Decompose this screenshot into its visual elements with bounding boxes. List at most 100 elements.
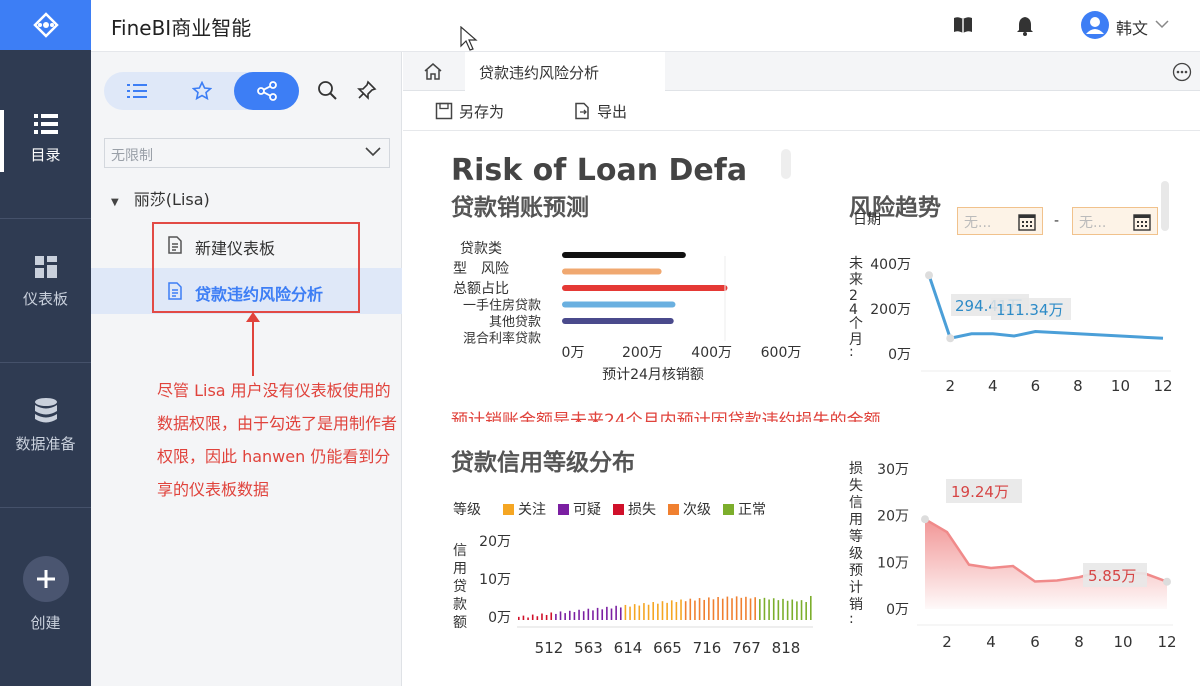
rail-item-label: 目录 [30,146,61,164]
x-tick-label: 4 [986,633,996,651]
bar [772,598,775,620]
dashboard-title: Risk of Loan Defa [451,153,748,183]
credit-grade-legend: 关注 可疑 损失 次级 正常 [503,499,778,519]
bar [805,602,807,620]
y-axis-label-3: 总额占比 [453,281,509,297]
database-icon [34,398,57,423]
x-tick-label: 12 [1153,377,1172,395]
x-tick-label: 614 [614,639,643,657]
book-icon[interactable] [953,16,973,34]
bar [582,611,585,620]
bar [708,597,710,620]
tab-label: 贷款违约风险分析 [479,64,600,82]
permission-filter-select[interactable]: 无限制 [104,138,390,168]
rail-item-catalog[interactable]: 目录 [0,112,91,165]
bar [689,598,692,620]
data-point [946,334,955,343]
x-tick-label: 10 [1111,377,1130,395]
date-to-input[interactable]: 无... [1072,207,1158,235]
bar [786,600,789,620]
category-label: 混合利率贷款 [463,331,541,347]
bar [800,600,803,620]
x-tick-label: 2 [945,377,955,395]
x-tick-label: 818 [772,639,801,657]
shared-button[interactable] [234,72,299,110]
bar [610,608,613,620]
bar [573,612,576,620]
bar [601,609,604,620]
legend-item[interactable]: 正常 [723,502,766,518]
writeoff-note: 预计销账金额是未来24个月内预计因贷款违约损失的金额 [451,411,881,422]
more-icon[interactable] [1172,62,1192,82]
rail-item-dashboard[interactable]: 仪表板 [0,254,91,309]
highlight-box [152,222,360,313]
y-tick-label: 20万 [877,509,909,525]
search-icon[interactable] [317,80,337,100]
export-button[interactable]: 导出 [573,101,627,122]
home-icon[interactable] [423,62,443,80]
y-axis-label-1: 贷款类 [460,241,502,257]
x-tick-label: 200万 [622,345,663,361]
bell-icon[interactable] [1016,16,1034,36]
tree-root-folder[interactable]: ▼ 丽莎(Lisa) [111,186,210,210]
legend-item[interactable]: 可疑 [558,502,601,518]
chevron-down-icon[interactable] [1155,19,1169,29]
bar [638,605,641,620]
credit-grade-chart: 信用贷款额 0万 10万 20万 512 563 614 665 716 767 818 [453,534,813,657]
date-from-value: 无... [964,215,992,231]
risk-trend-chart: 未来 2 4 个月: 0万200万400万 294.41万111.34万 2 4 6 8 10… [849,256,1173,395]
bar [592,610,594,620]
tab-loan-risk[interactable]: 贷款违约风险分析 [465,52,665,91]
caret-down-icon: ▼ [111,197,119,208]
rail-item-data-prep[interactable]: 数据准备 [0,397,91,454]
bar [666,602,668,620]
rail-divider [0,362,91,363]
x-tick-label: 400万 [691,345,732,361]
list-view-button[interactable] [104,72,169,110]
legend-swatch [668,504,679,515]
bar [536,616,539,620]
pin-icon[interactable] [357,80,377,100]
x-tick-label: 0万 [562,345,585,361]
data-label: 19.24万 [951,483,1009,501]
y-tick-label: 400万 [870,257,911,273]
avatar[interactable] [1081,11,1109,39]
create-button[interactable] [22,556,69,602]
legend-label: 可疑 [573,502,601,518]
data-point [925,271,933,280]
bar [541,613,543,620]
bar [550,612,553,620]
date-label: 日期 [853,212,881,227]
x-tick-label: 6 [1031,377,1041,395]
save-as-button[interactable]: 另存为 [435,101,504,122]
calendar-icon [1018,214,1036,231]
y-tick-label: 20万 [479,534,511,550]
star-icon [191,81,212,101]
scroll-handle[interactable] [1161,181,1169,231]
bar [754,597,756,620]
arrow-line [252,318,254,376]
date-separator: - [1054,213,1060,229]
bar [684,601,687,620]
legend-title: 等级 [453,502,481,518]
rail-item-create[interactable]: 创建 [0,556,91,633]
date-from-input[interactable]: 无... [957,207,1043,235]
legend-item[interactable]: 次级 [668,502,711,518]
app-logo[interactable] [0,0,91,50]
favorites-button[interactable] [169,72,234,110]
bar [657,603,659,620]
rail-item-label: 创建 [30,614,61,632]
user-name[interactable]: 韩文 [1116,15,1148,39]
calendar-icon [1133,214,1151,231]
bar [763,597,766,620]
chevron-down-icon [365,147,381,157]
x-tick-label: 600万 [761,345,802,361]
logo-icon [32,12,59,38]
bar [712,599,715,620]
y-tick-label: 0万 [886,602,909,618]
legend-item[interactable]: 损失 [613,502,656,518]
scroll-handle[interactable] [781,149,791,179]
x-tick-label: 12 [1157,633,1176,651]
dashboard-icon [34,256,57,278]
legend-item[interactable]: 关注 [503,502,546,518]
